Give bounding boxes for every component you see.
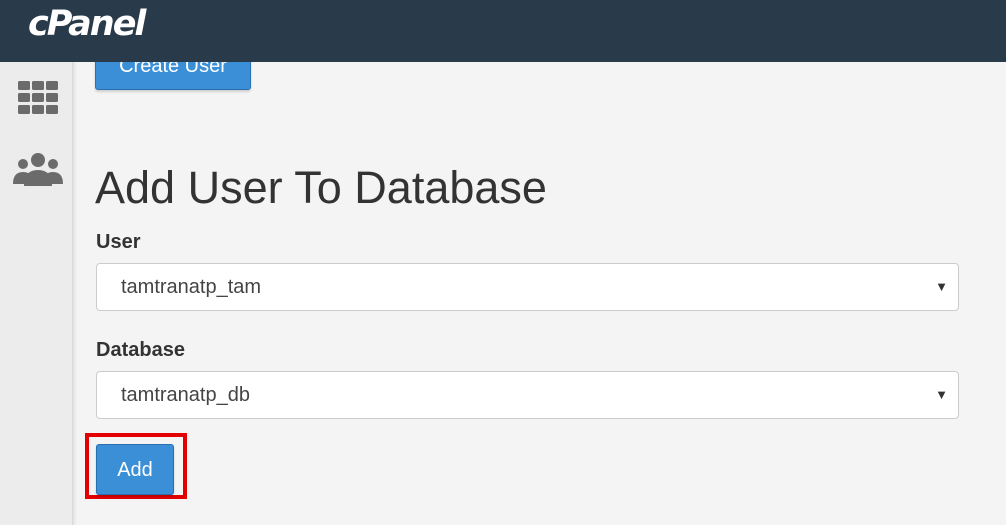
cpanel-window: cPanel Create User Add User To Database … <box>0 0 1006 525</box>
users-icon[interactable] <box>12 150 64 190</box>
sidebar <box>0 62 73 525</box>
main-content: Create User Add User To Database User ta… <box>73 30 1006 525</box>
grid-icon[interactable] <box>12 78 64 118</box>
page-title: Add User To Database <box>95 162 547 213</box>
user-select-value: tamtranatp_tam <box>121 276 262 298</box>
user-field-label: User <box>96 231 141 253</box>
add-button[interactable]: Add <box>96 444 174 495</box>
cpanel-logo[interactable]: cPanel <box>28 2 146 46</box>
database-select-value: tamtranatp_db <box>121 384 250 406</box>
user-select[interactable]: tamtranatp_tam ▼ <box>96 263 959 311</box>
chevron-down-icon: ▼ <box>935 279 948 294</box>
database-field-label: Database <box>96 339 185 361</box>
chevron-down-icon: ▼ <box>935 387 948 402</box>
database-select[interactable]: tamtranatp_db ▼ <box>96 371 959 419</box>
top-header: cPanel <box>0 0 1006 62</box>
